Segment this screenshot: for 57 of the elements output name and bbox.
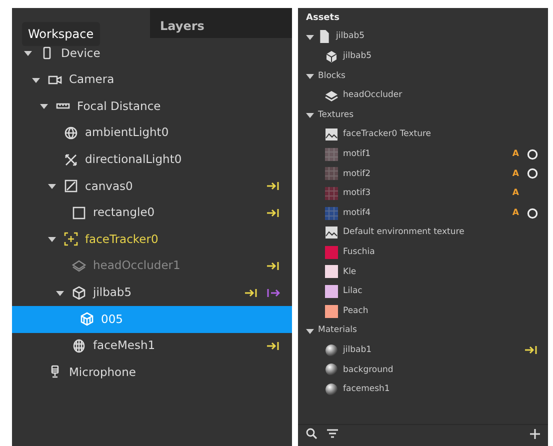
canvas-icon xyxy=(64,179,78,194)
tree-item[interactable]: directionalLight0 xyxy=(12,146,292,173)
asset-item[interactable]: Kle xyxy=(298,262,548,282)
mesh-cube-icon xyxy=(80,312,94,326)
sphere-icon xyxy=(325,382,338,396)
layers-icon xyxy=(325,89,338,102)
globe-icon xyxy=(64,126,78,140)
tree-item[interactable]: jilbab5 xyxy=(12,279,292,306)
status-letter: A xyxy=(512,206,519,220)
status-letter: A xyxy=(512,168,519,180)
add-icon xyxy=(530,428,540,438)
tree-item[interactable]: rectangle0 xyxy=(12,200,292,226)
cube-icon xyxy=(325,50,338,63)
tree-item[interactable]: Microphone xyxy=(12,359,292,386)
asset-group[interactable]: jilbab5 xyxy=(298,27,548,47)
tree-item[interactable]: faceTracker0 xyxy=(12,226,292,253)
tree-item[interactable]: headOccluder1 xyxy=(12,252,292,280)
asset-group[interactable]: Materials xyxy=(298,320,548,340)
asset-item[interactable]: motif2 A xyxy=(298,164,548,184)
tree-item[interactable]: canvas0 xyxy=(12,172,292,200)
asset-item[interactable]: jilbab5 xyxy=(298,46,548,66)
asset-item[interactable]: motif1 A xyxy=(298,144,548,164)
face-tracker-icon xyxy=(64,232,78,246)
asset-item[interactable]: motif3 A xyxy=(298,184,548,204)
panel-title: Assets xyxy=(305,12,340,25)
tooltip: Workspace xyxy=(22,22,100,46)
asset-item[interactable]: jilbab1 xyxy=(298,340,548,360)
asset-item[interactable]: Peach xyxy=(298,301,548,321)
arrows-icon xyxy=(64,152,78,167)
cube-icon xyxy=(72,286,86,300)
asset-item[interactable]: Fuschia xyxy=(298,242,548,262)
asset-item[interactable]: facemesh1 xyxy=(298,380,548,400)
layers-icon xyxy=(72,259,86,274)
asset-item[interactable]: background xyxy=(298,360,548,380)
search-icon xyxy=(306,428,317,439)
tree-item[interactable]: ambientLight0 xyxy=(12,120,292,146)
tree-item[interactable]: faceMesh1 xyxy=(12,332,292,360)
status-letter: A xyxy=(512,148,519,161)
layers-tab[interactable]: Layers xyxy=(150,8,292,38)
asset-item[interactable]: motif4 A xyxy=(298,203,548,223)
square-icon xyxy=(72,206,86,220)
status-letter: A xyxy=(512,187,519,200)
asset-item[interactable]: headOccluder xyxy=(298,86,548,106)
asset-item[interactable]: Default environment texture xyxy=(298,222,548,243)
tree-item[interactable]: Camera xyxy=(12,66,292,94)
sphere-icon xyxy=(325,344,338,357)
image-icon xyxy=(325,128,338,142)
tree-item[interactable]: Focal Distance xyxy=(12,93,292,120)
filter-icon xyxy=(327,429,338,438)
asset-item[interactable]: faceTracker0 Texture xyxy=(298,124,548,145)
face-mesh-icon xyxy=(72,338,86,353)
asset-item[interactable]: Lilac xyxy=(298,282,548,302)
asset-group[interactable]: Blocks xyxy=(298,66,548,86)
file-icon xyxy=(318,30,331,44)
asset-group[interactable]: Textures xyxy=(298,105,548,125)
sphere-icon xyxy=(325,363,338,376)
image-icon xyxy=(325,226,338,240)
